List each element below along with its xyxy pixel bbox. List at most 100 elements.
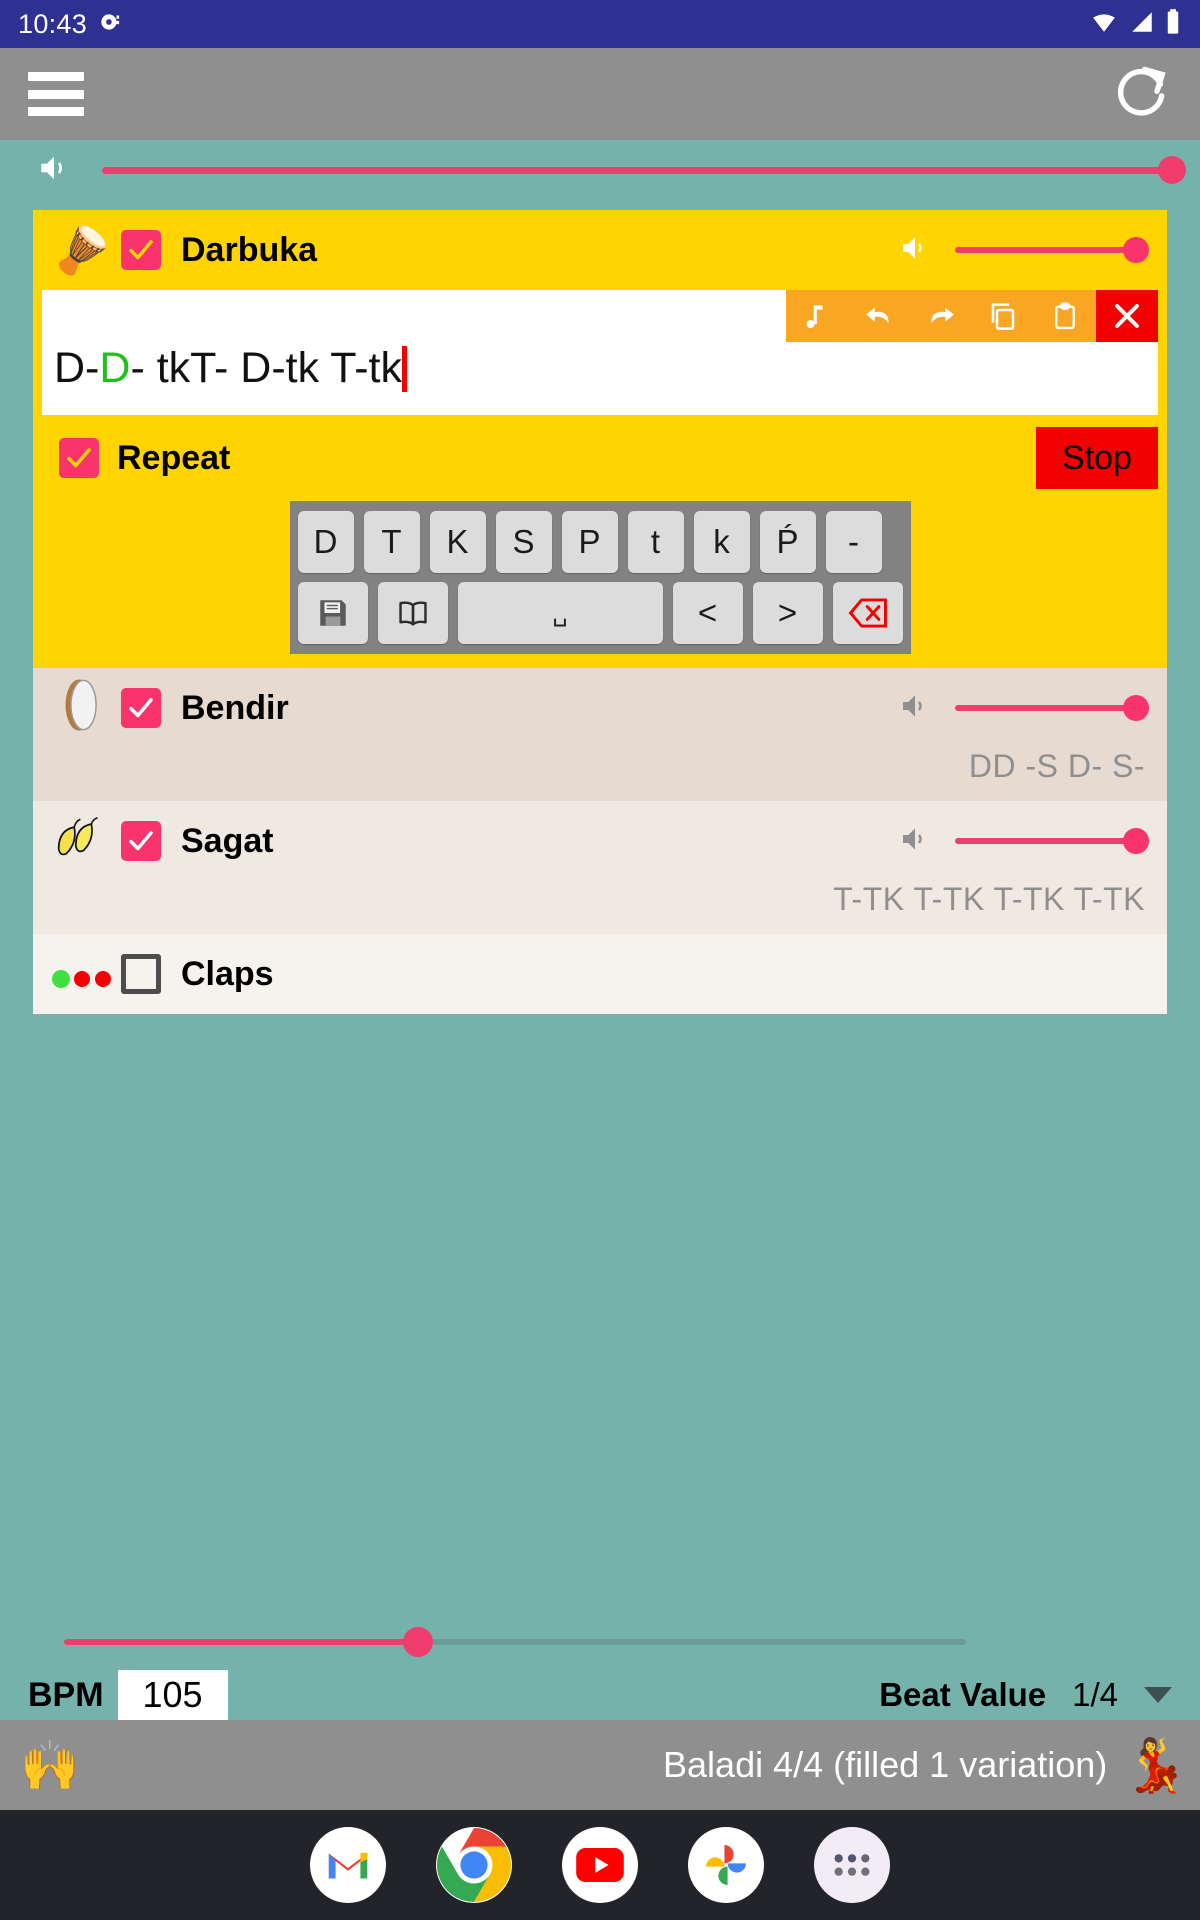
key-P[interactable]: P	[561, 511, 618, 573]
keyboard-body: D T K S P t k Ṕ - ␣ < >	[289, 501, 911, 654]
volume-icon[interactable]	[897, 690, 933, 727]
slider-track	[102, 166, 1172, 174]
status-bar-right	[1088, 8, 1182, 41]
floppy-disk-icon[interactable]	[297, 582, 368, 644]
key-space[interactable]: ␣	[457, 582, 663, 644]
pattern-text-before: D-	[54, 344, 100, 392]
dock-item-app-drawer[interactable]	[814, 1827, 890, 1903]
slider-thumb[interactable]	[402, 1627, 433, 1657]
chevron-down-icon[interactable]	[1144, 1687, 1172, 1703]
slider-fill	[64, 1639, 418, 1645]
app-root: 10:43 🪘 Darbuka D- D - tkT- D-tk T-tk Re…	[0, 0, 1200, 1920]
camera-notification-icon	[97, 9, 123, 40]
key-S[interactable]: S	[495, 511, 552, 573]
tempo-controls: BPM 105 Beat Value 1/4	[0, 1622, 1200, 1720]
status-bar: 10:43	[0, 0, 1200, 48]
key-K[interactable]: K	[429, 511, 486, 573]
bpm-label: BPM	[28, 1675, 104, 1714]
status-bar-left: 10:43	[18, 9, 123, 40]
music-note-icon[interactable]	[786, 290, 848, 342]
bendir-icon	[51, 675, 113, 742]
book-icon[interactable]	[377, 582, 448, 644]
dock-item-photos[interactable]	[688, 1827, 764, 1903]
darbuka-icon: 🪘	[53, 224, 111, 276]
hands-icon[interactable]: 🙌	[20, 1737, 80, 1794]
bpm-input[interactable]: 105	[117, 1670, 228, 1720]
android-dock	[0, 1810, 1200, 1920]
slider-track	[955, 247, 1145, 253]
instrument-panel-sagat: Sagat T-TK T-TK T-TK T-TK	[33, 801, 1167, 934]
master-volume-slider[interactable]	[102, 155, 1186, 185]
master-volume-row	[0, 140, 1200, 200]
editor-toolbar	[786, 290, 1158, 342]
volume-slider-sagat[interactable]	[955, 827, 1149, 855]
sagat-icon	[51, 814, 113, 869]
arrow-left-icon[interactable]: <	[672, 582, 743, 644]
beat-value-selector[interactable]: Beat Value 1/4	[879, 1676, 1172, 1714]
instrument-checkbox-sagat[interactable]	[121, 821, 161, 861]
instrument-header-darbuka[interactable]: 🪘 Darbuka	[33, 210, 1167, 290]
rhythm-keyboard: D T K S P t k Ṕ - ␣ < >	[33, 501, 1167, 668]
stop-button[interactable]: Stop	[1036, 427, 1158, 489]
arrow-right-icon[interactable]: >	[752, 582, 823, 644]
text-caret	[401, 345, 407, 392]
pattern-editor[interactable]: D- D - tkT- D-tk T-tk	[42, 290, 1158, 415]
volume-slider-darbuka[interactable]	[955, 236, 1149, 264]
instrument-header-sagat[interactable]: Sagat	[33, 801, 1167, 881]
instrument-header-claps[interactable]: Claps	[33, 934, 1167, 1014]
app-bar	[0, 48, 1200, 140]
instrument-label-bendir: Bendir	[181, 688, 289, 727]
instrument-volume-sagat	[897, 823, 1149, 860]
instrument-label-sagat: Sagat	[181, 821, 274, 860]
instrument-header-bendir[interactable]: Bendir	[33, 668, 1167, 748]
hamburger-menu-icon[interactable]	[28, 72, 84, 116]
slider-track	[955, 838, 1145, 844]
repeat-checkbox[interactable]	[59, 438, 99, 478]
key-P-acute[interactable]: Ṕ	[759, 511, 816, 573]
dancer-icon[interactable]: 💃	[1123, 1735, 1188, 1796]
backspace-delete-icon[interactable]	[832, 582, 903, 644]
key-D[interactable]: D	[297, 511, 354, 573]
beat-value-label: Beat Value	[879, 1676, 1047, 1713]
dock-item-youtube[interactable]	[562, 1827, 638, 1903]
refresh-icon[interactable]	[1110, 61, 1172, 128]
dock-item-gmail[interactable]	[310, 1827, 386, 1903]
dock-item-chrome[interactable]	[436, 1827, 512, 1903]
beat-value-current: 1/4	[1072, 1676, 1118, 1713]
paste-icon[interactable]	[1034, 290, 1096, 342]
instrument-pattern-sagat: T-TK T-TK T-TK T-TK	[833, 881, 1145, 917]
instrument-checkbox-darbuka[interactable]	[121, 230, 161, 270]
volume-icon[interactable]	[34, 151, 74, 190]
instrument-list: 🪘 Darbuka D- D - tkT- D-tk T-tk Repeat S…	[33, 210, 1167, 1014]
key-T[interactable]: T	[363, 511, 420, 573]
undo-icon[interactable]	[848, 290, 910, 342]
bpm-row: BPM 105 Beat Value 1/4	[28, 1662, 1172, 1720]
keyboard-row-1: D T K S P t k Ṕ -	[297, 511, 903, 573]
rhythm-footer[interactable]: 🙌 Baladi 4/4 (filled 1 variation) 💃	[0, 1720, 1200, 1810]
copy-icon[interactable]	[972, 290, 1034, 342]
instrument-label-darbuka: Darbuka	[181, 230, 318, 269]
slider-thumb[interactable]	[1123, 237, 1149, 263]
keyboard-row-2: ␣ < >	[297, 582, 903, 644]
redo-icon[interactable]	[910, 290, 972, 342]
volume-icon[interactable]	[897, 232, 933, 269]
instrument-checkbox-claps[interactable]	[121, 954, 161, 994]
volume-icon[interactable]	[897, 823, 933, 860]
repeat-row: Repeat Stop	[33, 415, 1167, 501]
beat-indicator-dots	[51, 951, 113, 997]
instrument-label-claps: Claps	[181, 954, 274, 993]
slider-thumb[interactable]	[1123, 828, 1149, 854]
key-dash[interactable]: -	[825, 511, 882, 573]
repeat-label: Repeat	[117, 438, 231, 477]
key-t-lower[interactable]: t	[627, 511, 684, 573]
close-icon[interactable]	[1096, 290, 1158, 342]
instrument-panel-bendir: Bendir DD -S D- S-	[33, 668, 1167, 801]
bpm-slider[interactable]	[64, 1622, 1136, 1662]
volume-slider-bendir[interactable]	[955, 694, 1149, 722]
slider-thumb[interactable]	[1158, 156, 1186, 184]
instrument-volume-darbuka	[897, 232, 1149, 269]
key-k-lower[interactable]: k	[693, 511, 750, 573]
instrument-panel-claps: Claps	[33, 934, 1167, 1014]
instrument-checkbox-bendir[interactable]	[121, 688, 161, 728]
slider-thumb[interactable]	[1123, 695, 1149, 721]
